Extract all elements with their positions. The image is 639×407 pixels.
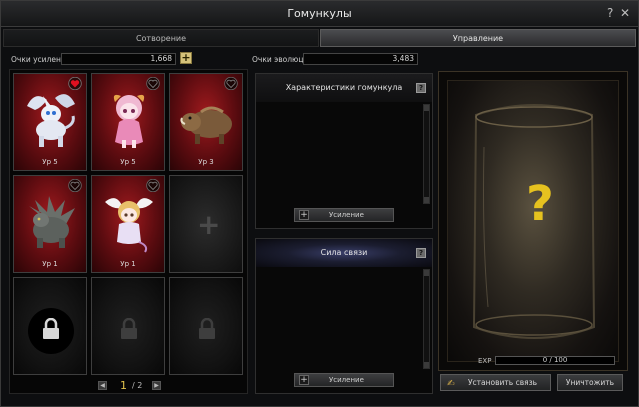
add-boost-points-button[interactable]: + bbox=[180, 52, 192, 64]
slot-level-label: Ур 1 bbox=[42, 260, 58, 268]
locked-slot[interactable] bbox=[91, 277, 165, 375]
scroll-up-arrow[interactable] bbox=[424, 270, 429, 276]
winged-fairy-icon bbox=[105, 198, 153, 253]
close-button[interactable]: ✕ bbox=[620, 6, 630, 20]
scroll-down-arrow[interactable] bbox=[424, 197, 429, 203]
homunculus-grid: Ур 5 Ур 5 Ур 3 Ур 1 Ур 1 + ◀ 1 / 2 ▶ bbox=[9, 69, 248, 394]
characteristics-header: Характеристики гомункула ? bbox=[256, 74, 432, 102]
slot-level-label: Ур 1 bbox=[120, 260, 136, 268]
boost-characteristics-button[interactable]: + Усиление bbox=[294, 208, 394, 222]
boost-bond-button[interactable]: + Усиление bbox=[294, 373, 394, 387]
establish-bond-button[interactable]: ✍ Установить связь bbox=[440, 374, 551, 391]
help-button[interactable]: ? bbox=[607, 6, 613, 20]
total-pages: / 2 bbox=[132, 381, 143, 390]
add-slot-icon: + bbox=[197, 208, 221, 241]
bond-panel: Сила связи ? + Усиление bbox=[255, 238, 433, 394]
homunculus-slot-3[interactable]: Ур 3 bbox=[169, 73, 243, 171]
locked-slot[interactable] bbox=[169, 277, 243, 375]
destroy-button[interactable]: Уничтожить bbox=[557, 374, 623, 391]
homunculus-slot-2[interactable]: Ур 5 bbox=[91, 73, 165, 171]
white-griffin-icon bbox=[27, 94, 75, 147]
characteristics-scrollbar[interactable] bbox=[423, 104, 430, 204]
tab-creation[interactable]: Сотворение bbox=[3, 29, 319, 47]
scroll-up-arrow[interactable] bbox=[424, 105, 429, 111]
lock-icon bbox=[43, 318, 59, 339]
lock-icon bbox=[121, 318, 137, 339]
slot-level-label: Ур 3 bbox=[198, 158, 214, 166]
characteristics-help-button[interactable]: ? bbox=[416, 83, 426, 93]
boost-points-value: 1,668 bbox=[61, 53, 176, 65]
boost-button-label: Усиление bbox=[329, 376, 364, 384]
plus-icon: + bbox=[299, 210, 309, 220]
unknown-homunculus-icon: ? bbox=[526, 176, 554, 232]
bond-scrollbar[interactable] bbox=[423, 269, 430, 369]
brown-boar-icon bbox=[180, 106, 232, 144]
establish-bond-label: Установить связь bbox=[467, 378, 538, 387]
bond-action-icon: ✍ bbox=[447, 379, 455, 389]
characteristics-title: Характеристики гомункула bbox=[285, 83, 403, 92]
current-page: 1 bbox=[120, 379, 127, 392]
plus-icon: + bbox=[299, 375, 309, 385]
boost-button-label: Усиление bbox=[329, 211, 364, 219]
previous-page-button[interactable]: ◀ bbox=[98, 381, 107, 390]
evolution-points-value: 3,483 bbox=[303, 53, 418, 65]
homunculus-slot-4[interactable]: Ур 1 bbox=[13, 175, 87, 273]
preview-jar: ? EXP 0 / 100 bbox=[447, 80, 619, 365]
bond-help-button[interactable]: ? bbox=[416, 248, 426, 258]
exp-label: EXP bbox=[478, 357, 492, 365]
slot-level-label: Ур 5 bbox=[42, 158, 58, 166]
stone-dragon-icon bbox=[29, 196, 75, 248]
next-page-button[interactable]: ▶ bbox=[152, 381, 161, 390]
scroll-down-arrow[interactable] bbox=[424, 362, 429, 368]
homunculus-slot-5[interactable]: Ур 1 bbox=[91, 175, 165, 273]
bond-title: Сила связи bbox=[320, 248, 368, 257]
slot-level-label: Ур 5 bbox=[120, 158, 136, 166]
pager: ◀ 1 / 2 ▶ bbox=[10, 378, 249, 394]
title-bar: Гомункулы ? ✕ bbox=[1, 1, 638, 27]
window-title: Гомункулы bbox=[287, 7, 352, 20]
pink-doll-icon bbox=[113, 94, 145, 148]
exp-bar: 0 / 100 bbox=[495, 356, 615, 365]
homunculus-preview: ? EXP 0 / 100 bbox=[438, 71, 628, 371]
homunculus-window: Гомункулы ? ✕ Сотворение Управление Очки… bbox=[0, 0, 639, 407]
homunculus-slot-1[interactable]: Ур 5 bbox=[13, 73, 87, 171]
tab-management[interactable]: Управление bbox=[320, 29, 636, 47]
empty-slot[interactable]: + bbox=[169, 175, 243, 273]
lock-icon bbox=[199, 318, 215, 339]
bond-header: Сила связи ? bbox=[256, 239, 432, 267]
locked-slot[interactable] bbox=[13, 277, 87, 375]
characteristics-panel: Характеристики гомункула ? + Усиление bbox=[255, 73, 433, 229]
